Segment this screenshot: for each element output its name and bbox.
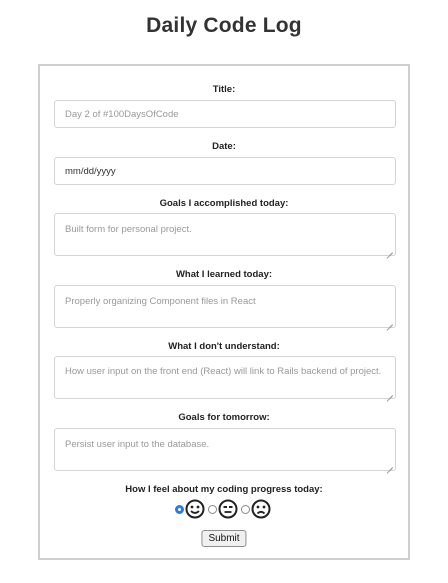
learned-label: What I learned today: — [175, 269, 273, 280]
page-title: Daily Code Log — [146, 14, 302, 37]
neutral-face-icon — [218, 499, 238, 519]
resize-handle-icon[interactable] — [387, 390, 393, 396]
goals-tomorrow-placeholder: Persist user input to the database. — [65, 439, 210, 450]
mood-label: How I feel about my coding progress toda… — [125, 484, 323, 495]
mood-radio-neutral[interactable] — [208, 504, 217, 514]
submit-button[interactable]: Submit — [201, 530, 247, 547]
mood-radio-happy[interactable] — [175, 504, 184, 514]
date-input[interactable]: mm/dd/yyyy — [54, 157, 396, 185]
goals-accomplished-placeholder: Built form for personal project. — [65, 224, 192, 235]
daily-log-form: Title: Day 2 of #100DaysOfCode Date: mm/… — [38, 64, 410, 560]
goals-accomplished-label: Goals I accomplished today: — [159, 198, 289, 209]
sad-face-icon — [251, 499, 271, 519]
dont-understand-textarea[interactable]: How user input on the front end (React) … — [54, 356, 396, 399]
resize-handle-icon[interactable] — [387, 247, 393, 253]
goals-tomorrow-textarea[interactable]: Persist user input to the database. — [54, 428, 396, 471]
goals-tomorrow-label: Goals for tomorrow: — [178, 412, 270, 423]
title-input[interactable]: Day 2 of #100DaysOfCode — [54, 100, 396, 128]
learned-textarea[interactable]: Properly organizing Component files in R… — [54, 285, 396, 328]
mood-options — [40, 498, 408, 520]
title-label: Title: — [212, 84, 236, 95]
resize-handle-icon[interactable] — [387, 319, 393, 325]
date-label: Date: — [212, 141, 236, 152]
dont-understand-placeholder: How user input on the front end (React) … — [65, 366, 382, 377]
goals-accomplished-textarea[interactable]: Built form for personal project. — [54, 213, 396, 256]
learned-placeholder: Properly organizing Component files in R… — [65, 296, 256, 307]
happy-face-icon — [185, 499, 205, 519]
resize-handle-icon[interactable] — [387, 462, 393, 468]
mood-radio-sad[interactable] — [241, 504, 250, 514]
dont-understand-label: What I don't understand: — [168, 341, 280, 352]
